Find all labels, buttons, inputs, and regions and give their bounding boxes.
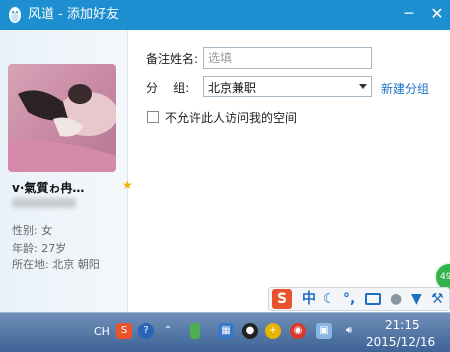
clock-time[interactable]: 21:15 xyxy=(385,318,420,332)
new-group-link[interactable]: 新建分组 xyxy=(381,80,429,97)
moon-icon[interactable]: ☾ xyxy=(323,290,336,308)
volume-icon[interactable]: 🔊︎ xyxy=(341,323,357,339)
taskbar: CH S ? ⌃ ▦ ● + ◉ ▣ 🔊︎ 21:15 2015/12/16 xyxy=(0,312,450,352)
grid-icon[interactable]: ▦ xyxy=(218,323,234,339)
ime-toolbar: S 中 ☾ °, ● ▼ ⚒ xyxy=(268,287,450,311)
profile-panel: v·氣質ゎ冉… ★ 性别: 女 年龄: 27岁 所在地: 北京 朝阳 xyxy=(0,30,133,312)
group-select[interactable]: 北京兼职 xyxy=(203,76,372,97)
help-icon[interactable]: ? xyxy=(138,323,154,339)
sogou-logo-icon[interactable]: S xyxy=(272,289,292,309)
group-value: 北京兼职 xyxy=(208,81,257,95)
tray-chevron-icon[interactable]: ⌃ xyxy=(160,323,176,339)
chevron-down-icon xyxy=(359,84,367,89)
clock-date[interactable]: 2015/12/16 xyxy=(366,335,435,349)
age-value: 27岁 xyxy=(41,242,67,255)
close-button[interactable]: ✕ xyxy=(425,3,449,25)
avatar[interactable] xyxy=(8,64,116,172)
antivirus-icon[interactable]: ◉ xyxy=(290,323,306,339)
user-icon[interactable]: ● xyxy=(390,290,402,308)
privacy-checkbox[interactable] xyxy=(147,111,159,123)
signature-redacted xyxy=(12,198,76,208)
title-bar: 风道 - 添加好友 ─ ✕ xyxy=(0,0,450,30)
remark-label: 备注姓名: xyxy=(146,52,199,66)
network-icon[interactable]: ▣ xyxy=(316,323,332,339)
gender-row: 性别: 女 xyxy=(12,224,53,237)
remark-input[interactable] xyxy=(203,47,372,69)
chinese-mode-button[interactable]: 中 xyxy=(302,290,316,308)
wrench-icon[interactable]: ⚒ xyxy=(431,290,444,308)
punctuation-button[interactable]: °, xyxy=(343,290,355,308)
sogou-tray-icon[interactable]: S xyxy=(116,323,132,339)
location-value: 北京 朝阳 xyxy=(52,258,100,271)
plus-icon[interactable]: + xyxy=(265,323,281,339)
gender-value: 女 xyxy=(41,224,53,237)
privacy-label[interactable]: 不允许此人访问我的空间 xyxy=(165,109,297,126)
nickname: v·氣質ゎ冉… xyxy=(12,181,85,195)
group-label: 分 组: xyxy=(146,81,190,95)
keyboard-icon[interactable] xyxy=(365,293,381,305)
shirt-icon[interactable]: ▼ xyxy=(411,290,422,308)
star-icon: ★ xyxy=(122,178,133,192)
language-indicator[interactable]: CH xyxy=(94,325,110,338)
age-row: 年龄: 27岁 xyxy=(12,242,67,255)
location-row: 所在地: 北京 朝阳 xyxy=(12,258,100,271)
penguin-icon xyxy=(9,7,21,23)
battery-icon[interactable] xyxy=(190,323,200,339)
qq-icon[interactable]: ● xyxy=(242,323,258,339)
minimize-button[interactable]: ─ xyxy=(397,3,421,25)
window-title: 风道 - 添加好友 xyxy=(28,7,119,22)
